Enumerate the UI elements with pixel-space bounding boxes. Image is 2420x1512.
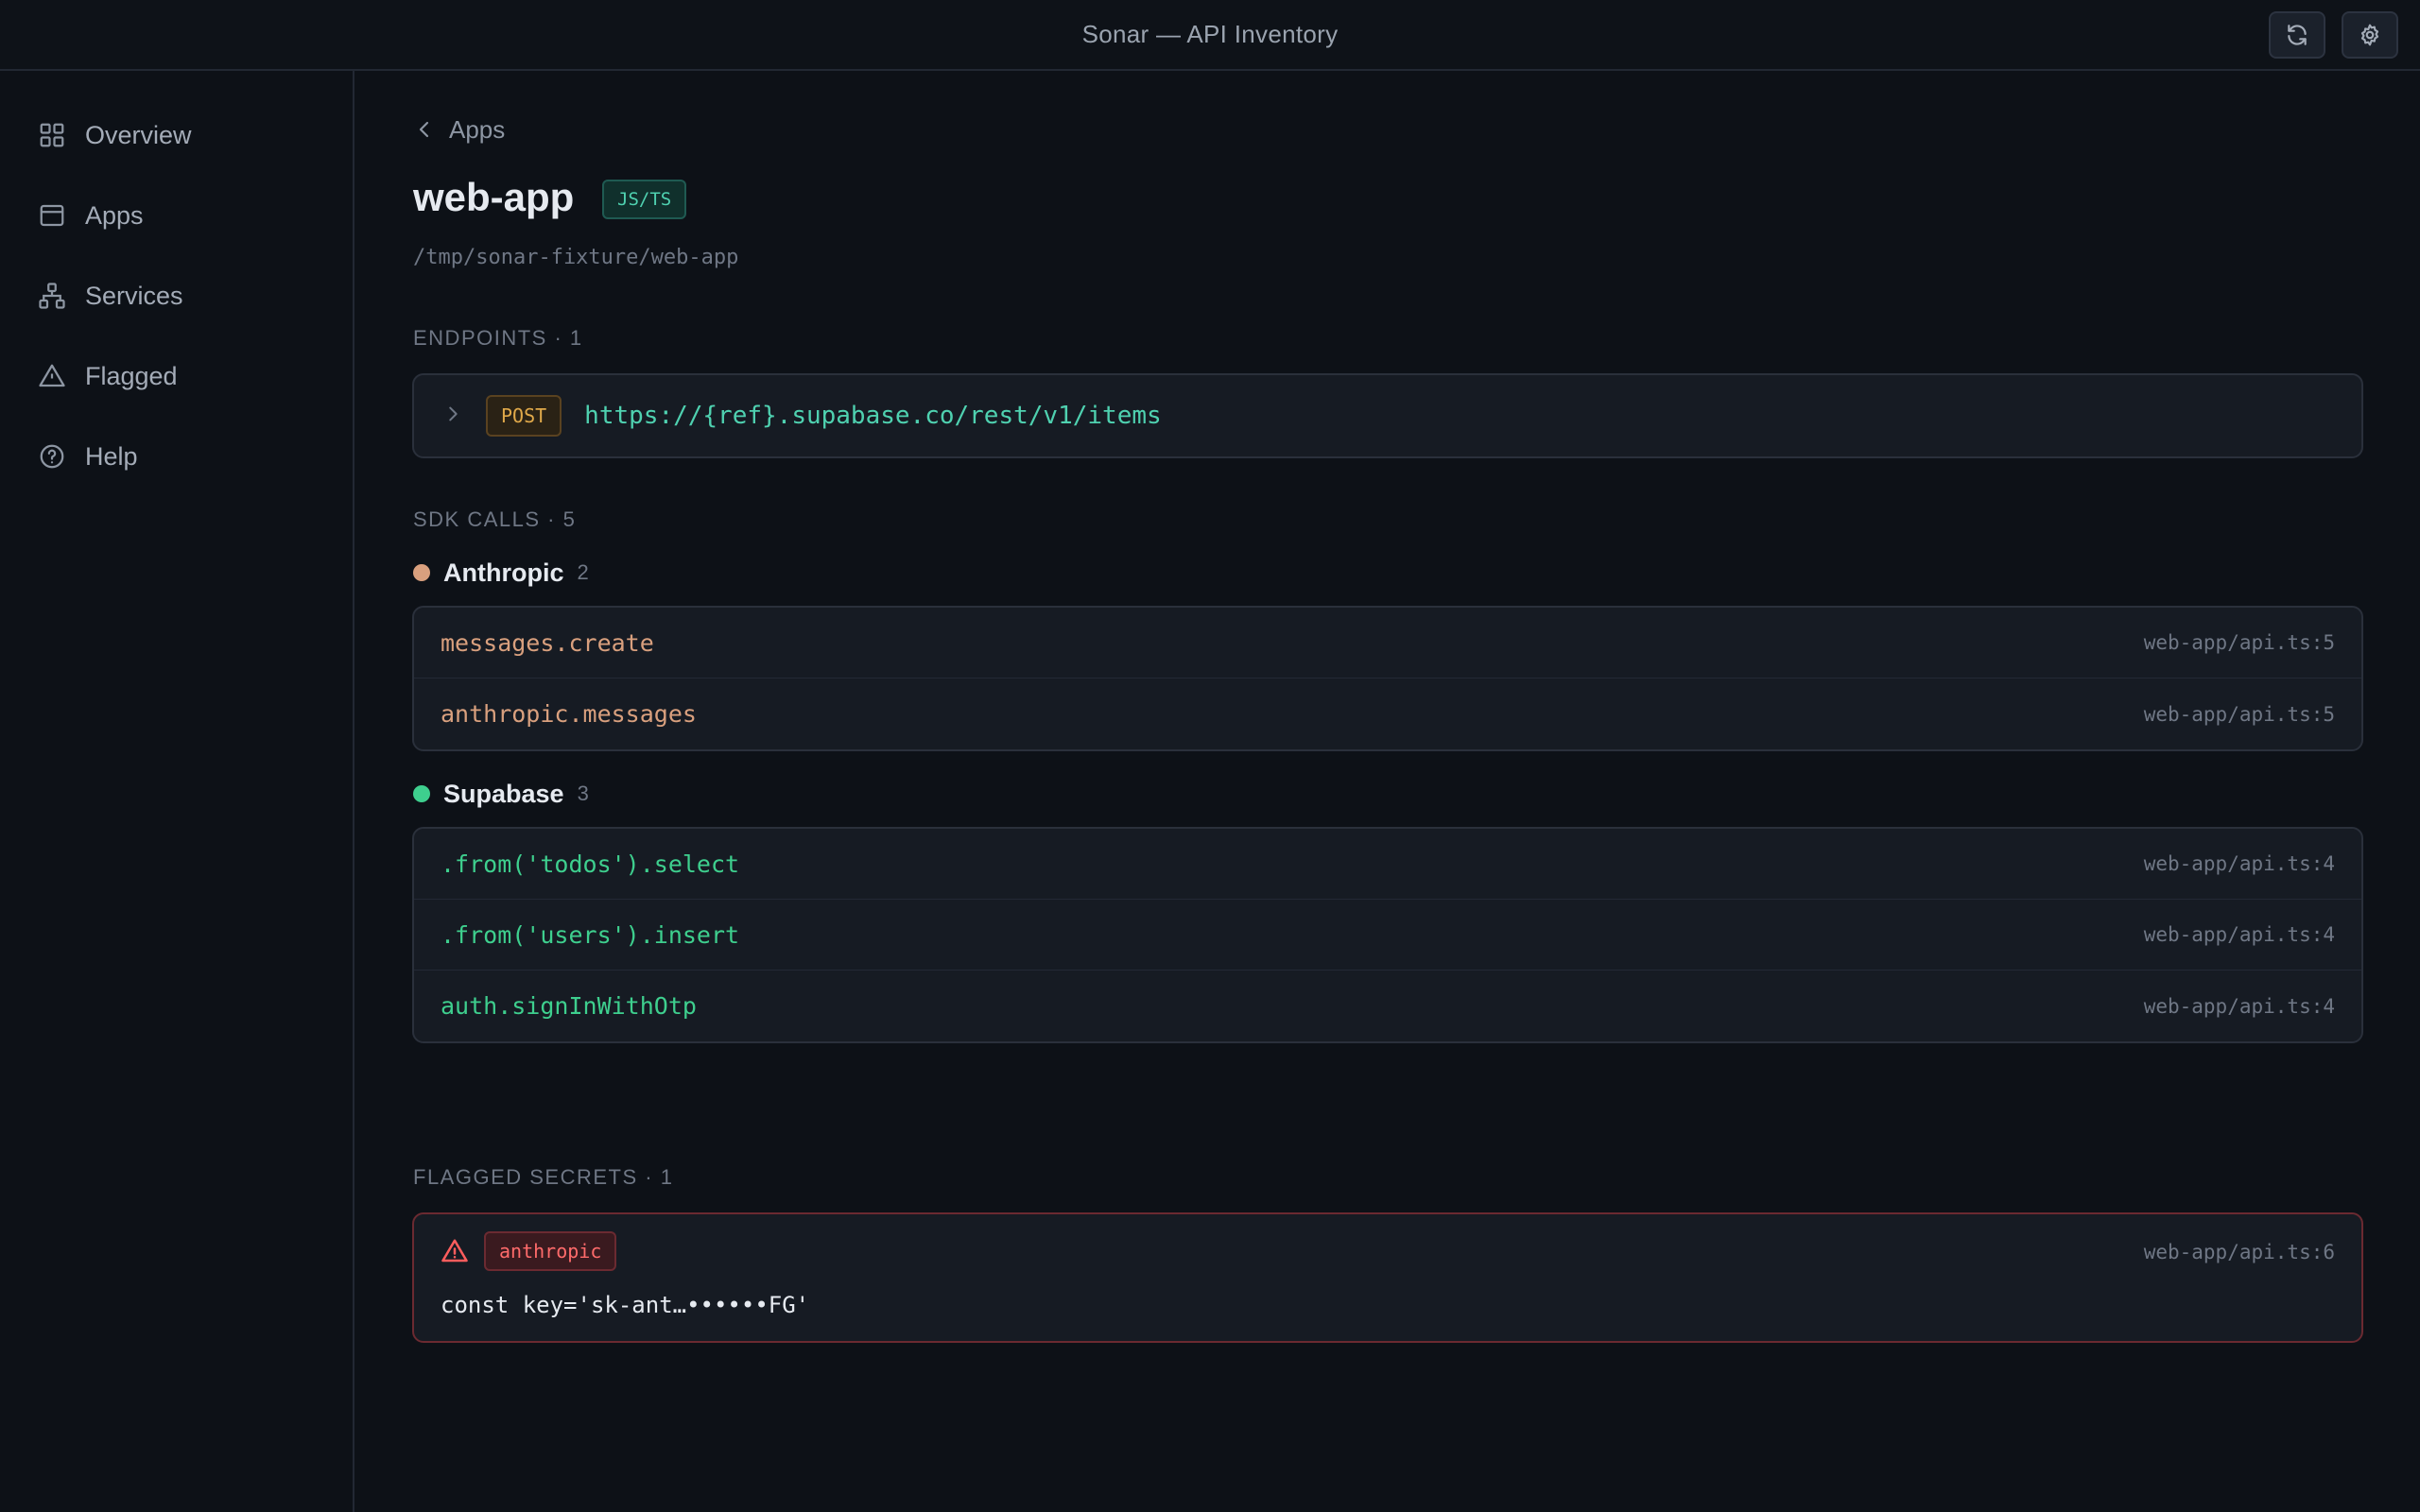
sidebar: Overview Apps Services Flagged Help	[0, 71, 354, 1512]
group-count: 2	[577, 560, 589, 584]
group-name: Anthropic	[443, 558, 564, 587]
sidebar-item-label: Help	[85, 441, 138, 471]
endpoint-row[interactable]: POST https://{ref}.supabase.co/rest/v1/i…	[414, 375, 2361, 456]
app-path: /tmp/sonar-fixture/web-app	[413, 246, 739, 269]
call-location[interactable]: web-app/api.ts:4	[2144, 923, 2335, 946]
window-icon	[40, 204, 64, 227]
call-name: .from('todos').select	[441, 850, 740, 878]
list-item[interactable]: auth.signInWithOtp web-app/api.ts:4	[414, 971, 2361, 1041]
page-title: web-app	[413, 175, 575, 219]
anthropic-calls-card: messages.create web-app/api.ts:5 anthrop…	[412, 606, 2363, 751]
title-bar: Sonar — API Inventory	[0, 0, 2420, 71]
sdk-calls-heading: SDK CALLS · 5	[413, 507, 577, 531]
back-link[interactable]: Apps	[413, 111, 505, 148]
grid-icon	[40, 123, 64, 147]
call-name: messages.create	[441, 628, 654, 657]
window-title: Sonar — API Inventory	[1081, 20, 1339, 48]
supabase-calls-card: .from('todos').select web-app/api.ts:4 .…	[412, 827, 2363, 1043]
call-location[interactable]: web-app/api.ts:4	[2144, 995, 2335, 1018]
list-item[interactable]: anthropic.messages web-app/api.ts:5	[414, 679, 2361, 749]
sidebar-item-label: Flagged	[85, 361, 178, 390]
sidebar-item-apps[interactable]: Apps	[38, 192, 321, 239]
list-item[interactable]: .from('users').insert web-app/api.ts:4	[414, 900, 2361, 971]
warning-icon	[39, 364, 65, 387]
call-location[interactable]: web-app/api.ts:4	[2144, 852, 2335, 875]
settings-button[interactable]	[2342, 11, 2398, 59]
flagged-secrets-heading: FLAGGED SECRETS · 1	[413, 1165, 674, 1189]
call-location[interactable]: web-app/api.ts:5	[2144, 703, 2335, 726]
secret-header: anthropic	[441, 1231, 617, 1271]
refresh-icon	[2288, 25, 2307, 45]
group-name: Supabase	[443, 779, 564, 808]
endpoint-url: https://{ref}.supabase.co/rest/v1/items	[584, 402, 1162, 430]
warning-icon	[441, 1239, 468, 1263]
endpoints-heading: ENDPOINTS · 1	[413, 326, 583, 350]
help-icon	[40, 444, 64, 469]
main-content: Apps web-app JS/TS /tmp/sonar-fixture/we…	[356, 71, 2420, 1512]
sidebar-item-overview[interactable]: Overview	[38, 112, 321, 159]
secret-location[interactable]: web-app/api.ts:6	[2144, 1241, 2335, 1263]
sidebar-item-flagged[interactable]: Flagged	[38, 352, 321, 400]
call-location[interactable]: web-app/api.ts:5	[2144, 631, 2335, 654]
secret-code: const key='sk-ant…••••••FG'	[441, 1292, 810, 1318]
gear-icon	[2360, 24, 2379, 46]
sidebar-item-services[interactable]: Services	[38, 272, 321, 319]
group-count: 3	[577, 782, 589, 805]
sidebar-item-label: Services	[85, 281, 183, 310]
group-header-supabase: Supabase 3	[413, 775, 589, 813]
flagged-secret-card[interactable]: anthropic web-app/api.ts:6 const key='sk…	[412, 1212, 2363, 1343]
back-label: Apps	[449, 114, 506, 144]
sidebar-item-label: Apps	[85, 200, 144, 230]
list-item[interactable]: messages.create web-app/api.ts:5	[414, 608, 2361, 679]
language-badge: JS/TS	[602, 180, 687, 219]
chevron-left-icon	[419, 121, 429, 138]
group-header-anthropic: Anthropic 2	[413, 554, 589, 592]
call-name: .from('users').insert	[441, 920, 740, 949]
chevron-right-icon[interactable]	[442, 404, 463, 429]
network-icon	[39, 283, 65, 309]
sidebar-item-label: Overview	[85, 120, 192, 149]
refresh-button[interactable]	[2269, 11, 2325, 59]
method-badge: POST	[486, 395, 562, 437]
status-dot	[413, 564, 430, 581]
call-name: anthropic.messages	[441, 700, 697, 728]
status-dot	[413, 785, 430, 802]
call-name: auth.signInWithOtp	[441, 992, 697, 1020]
provider-badge: anthropic	[484, 1231, 617, 1271]
endpoints-card: POST https://{ref}.supabase.co/rest/v1/i…	[412, 373, 2363, 458]
sidebar-item-help[interactable]: Help	[38, 433, 321, 480]
list-item[interactable]: .from('todos').select web-app/api.ts:4	[414, 829, 2361, 900]
